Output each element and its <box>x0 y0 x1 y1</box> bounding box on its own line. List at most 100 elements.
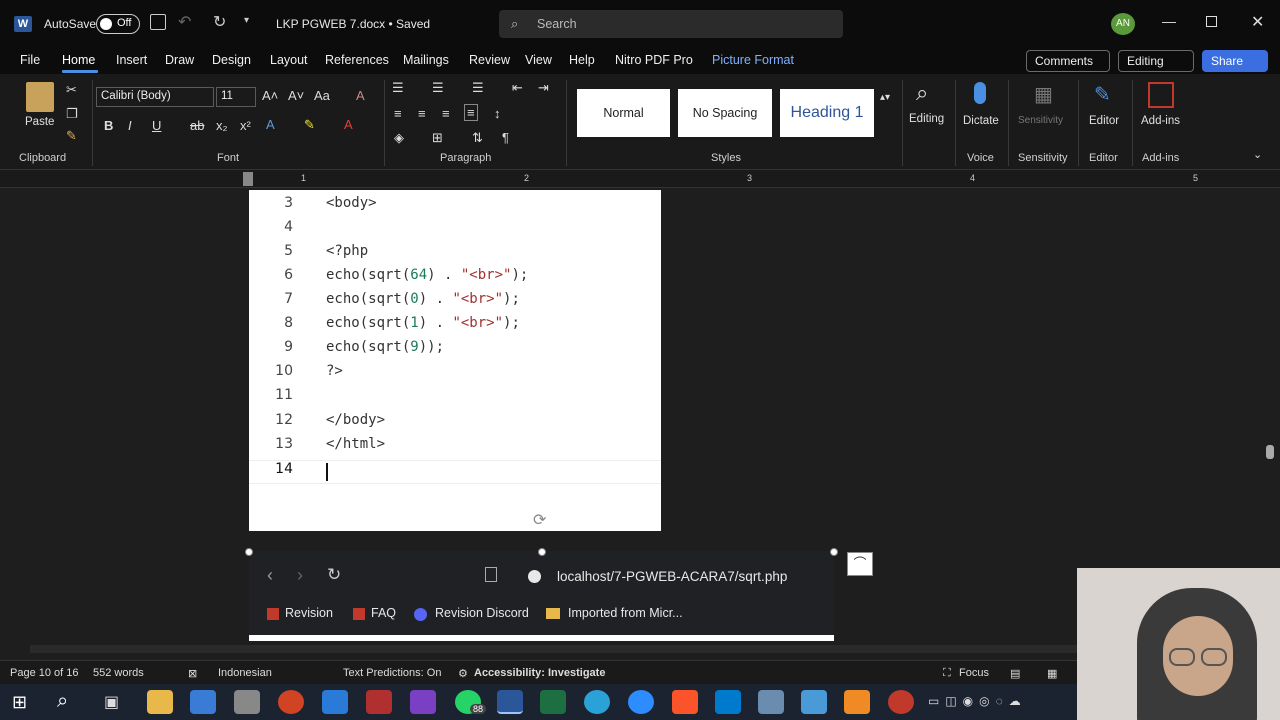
font-name-select[interactable]: Calibri (Body) <box>96 87 214 107</box>
highlight-icon[interactable]: ✎ <box>304 117 315 133</box>
bullets-icon[interactable]: ☰ <box>392 80 404 96</box>
focus-mode-button[interactable]: Focus <box>959 667 989 679</box>
layout-options-icon[interactable]: ⌒ <box>847 552 873 576</box>
line-spacing-icon[interactable]: ↕ <box>494 106 501 121</box>
edge-icon[interactable] <box>584 690 610 714</box>
undo-icon[interactable]: ↶ <box>178 12 191 32</box>
browser-image[interactable]: ‹ › ↻ localhost/7-PGWEB-ACARA7/sqrt.php … <box>249 551 834 641</box>
vscode-icon[interactable] <box>715 690 741 714</box>
text-effects-icon[interactable]: A <box>266 117 275 132</box>
tab-layout[interactable]: Layout <box>270 53 308 67</box>
tab-mailings[interactable]: Mailings <box>403 53 449 67</box>
vertical-scrollbar[interactable] <box>1266 445 1274 459</box>
minimize-icon[interactable]: — <box>1162 13 1176 29</box>
calculator-icon[interactable] <box>322 690 348 714</box>
editor-icon[interactable]: ✎ <box>1094 82 1111 107</box>
brave-icon[interactable] <box>672 690 698 714</box>
tab-view[interactable]: View <box>525 53 552 67</box>
add-ins-icon[interactable] <box>1148 82 1174 108</box>
comments-button[interactable]: Comments <box>1026 50 1110 72</box>
font-size-select[interactable]: 11 <box>216 87 256 107</box>
shading-icon[interactable]: ◈ <box>394 130 404 146</box>
chrome-icon[interactable] <box>888 690 914 714</box>
task-view-icon[interactable]: ▣ <box>104 692 119 712</box>
network-app-icon[interactable] <box>758 690 784 714</box>
styles-gallery-arrow-icon[interactable]: ▴▾ <box>880 92 890 103</box>
tab-insert[interactable]: Insert <box>116 53 147 67</box>
add-ins-button-label[interactable]: Add-ins <box>1141 115 1180 127</box>
dictate-button-label[interactable]: Dictate <box>963 115 999 127</box>
word-taskbar-icon[interactable] <box>497 690 523 714</box>
system-tray-icons[interactable]: ▭◫◉◎◌☁ <box>928 694 1027 708</box>
style-normal[interactable]: Normal <box>577 89 670 137</box>
clear-formatting-icon[interactable]: A <box>356 88 365 103</box>
style-heading-1[interactable]: Heading 1 <box>780 89 874 137</box>
tab-draw[interactable]: Draw <box>165 53 194 67</box>
change-case-icon[interactable]: Aa <box>314 88 330 103</box>
find-icon[interactable]: ⌕ <box>916 80 928 106</box>
accessibility-status[interactable]: Accessibility: Investigate <box>474 667 605 679</box>
paste-icon[interactable] <box>26 82 54 112</box>
resize-handle[interactable] <box>538 548 546 556</box>
strikethrough-icon[interactable]: ab <box>190 118 204 133</box>
autosave-toggle[interactable]: Off <box>96 14 140 34</box>
word-count[interactable]: 552 words <box>93 667 144 679</box>
style-no-spacing[interactable]: No Spacing <box>678 89 772 137</box>
visual-studio-icon[interactable] <box>410 690 436 714</box>
language-label[interactable]: Indonesian <box>218 667 272 679</box>
underline-icon[interactable]: U <box>152 118 161 133</box>
print-layout-icon[interactable]: ▦ <box>1047 667 1057 680</box>
rotate-handle-icon[interactable]: ⟳ <box>533 510 546 530</box>
grow-font-icon[interactable]: A˄ <box>262 88 278 103</box>
file-explorer-icon[interactable] <box>147 690 173 714</box>
store-icon[interactable] <box>190 690 216 714</box>
resize-handle[interactable] <box>830 548 838 556</box>
cut-icon[interactable]: ✂ <box>66 82 77 98</box>
align-left-icon[interactable]: ≡ <box>394 106 402 121</box>
customize-qat-icon[interactable]: ▾ <box>244 15 249 26</box>
show-marks-icon[interactable]: ¶ <box>502 130 509 145</box>
close-icon[interactable]: ✕ <box>1251 12 1264 32</box>
indent-marker[interactable] <box>243 172 253 186</box>
justify-icon[interactable]: ≡ <box>464 104 478 121</box>
proofing-icon[interactable]: ⊠ <box>188 667 197 680</box>
restore-icon[interactable] <box>1206 16 1217 27</box>
align-center-icon[interactable]: ≡ <box>418 106 426 121</box>
superscript-icon[interactable]: x² <box>240 118 251 133</box>
tab-file[interactable]: File <box>20 53 40 67</box>
code-image[interactable]: 3 <body> 4 5 <?php 6 echo(sqrt(64) . "<b… <box>249 190 661 531</box>
avatar[interactable]: AN <box>1111 13 1135 35</box>
increase-indent-icon[interactable]: ⇥ <box>538 80 549 96</box>
page-count[interactable]: Page 10 of 16 <box>10 667 79 679</box>
read-mode-icon[interactable]: ▤ <box>1010 667 1020 680</box>
resize-handle[interactable] <box>245 548 253 556</box>
tab-design[interactable]: Design <box>212 53 251 67</box>
share-button[interactable]: Share <box>1202 50 1268 72</box>
tab-review[interactable]: Review <box>469 53 510 67</box>
document-title[interactable]: LKP PGWEB 7.docx • Saved <box>276 17 430 31</box>
decrease-indent-icon[interactable]: ⇤ <box>512 80 523 96</box>
align-right-icon[interactable]: ≡ <box>442 106 450 121</box>
taskbar-search-icon[interactable]: ⌕ <box>57 690 68 713</box>
shrink-font-icon[interactable]: A˅ <box>288 88 304 103</box>
tab-help[interactable]: Help <box>569 53 595 67</box>
save-icon[interactable] <box>150 14 166 30</box>
app-icon[interactable] <box>234 690 260 714</box>
editor-button-label[interactable]: Editor <box>1089 115 1119 127</box>
numbering-icon[interactable]: ☰ <box>432 80 444 96</box>
tab-picture-format[interactable]: Picture Format <box>712 53 794 67</box>
xampp-icon[interactable] <box>844 690 870 714</box>
windows-start-icon[interactable]: ⊞ <box>12 692 27 713</box>
excel-icon[interactable] <box>540 690 566 714</box>
subscript-icon[interactable]: x₂ <box>216 118 228 133</box>
italic-icon[interactable]: I <box>128 118 132 133</box>
tab-nitro[interactable]: Nitro PDF Pro <box>615 53 693 67</box>
redo-icon[interactable]: ↻ <box>213 12 226 32</box>
bold-icon[interactable]: B <box>104 118 113 133</box>
collapse-ribbon-icon[interactable]: ⌄ <box>1253 148 1262 161</box>
font-color-icon[interactable]: A <box>344 117 353 132</box>
access-icon[interactable] <box>366 690 392 714</box>
powerpoint-icon[interactable] <box>278 690 304 714</box>
copy-icon[interactable]: ❐ <box>66 106 78 122</box>
multilevel-list-icon[interactable]: ☰ <box>472 80 484 96</box>
